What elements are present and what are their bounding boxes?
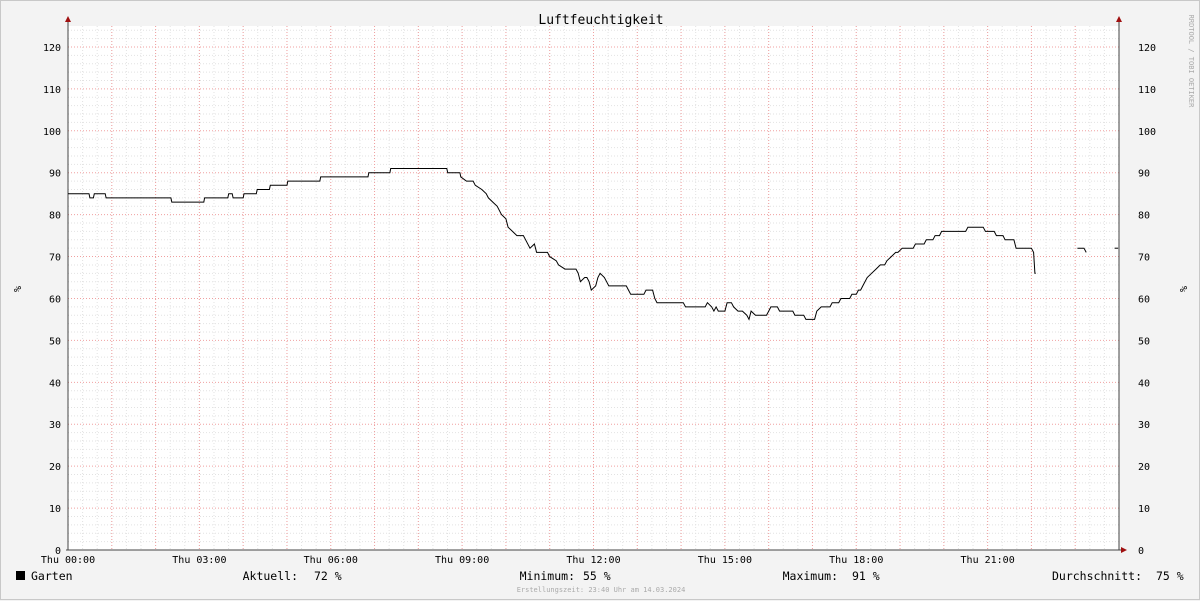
y-tick-label-left: 40 [49,378,61,389]
y-tick-label-left: 100 [43,127,61,138]
y-tick-label-left: 20 [49,462,61,473]
legend-max-label: Maximum: [783,569,838,583]
legend-series-name: Garten [31,569,73,583]
x-tick-label: Thu 21:00 [961,555,1015,566]
y-tick-label-left: 120 [43,43,61,54]
y-axis-right-arrow [1116,16,1122,22]
y-tick-label-right: 10 [1138,504,1150,515]
chart-frame: 0 10 20 30 40 50 60 70 80 90 100 110 120 0 10 20 30 40 50… [0,0,1200,600]
y-tick-label-left: 10 [49,504,61,515]
y-tick-label-left: 80 [49,211,61,222]
y-tick-label-left: 60 [49,294,61,305]
legend-current-label: Aktuell: [243,569,298,583]
x-tick-label: Thu 06:00 [304,555,358,566]
y-tick-label-right: 60 [1138,294,1150,305]
legend-avg-value: 75 % [1156,569,1184,583]
legend-min-label: Minimum: [520,569,575,583]
y-tick-label-right: 70 [1138,253,1150,264]
x-ticks: Thu 00:00 Thu 03:00 Thu 06:00 Thu 09:00 Thu … [41,555,1015,566]
y-tick-label-right: 80 [1138,211,1150,222]
y-tick-label-left: 110 [43,85,61,96]
y-axis-label-left: % [11,286,22,292]
legend-swatch [16,571,25,580]
y-tick-label-right: 90 [1138,169,1150,180]
creation-time-footer: Erstellungszeit: 23:40 Uhr am 14.03.2024 [517,586,686,594]
y-axis-left-arrow [65,16,71,22]
legend-max-value: 91 % [852,569,880,583]
x-tick-label: Thu 15:00 [698,555,752,566]
legend-min-value: 55 % [583,569,611,583]
legend-avg-label: Durchschnitt: [1052,569,1142,583]
y-tick-label-left: 90 [49,169,61,180]
legend-current-value: 72 % [314,569,342,583]
y-tick-label-left: 70 [49,253,61,264]
humidity-chart: 0 10 20 30 40 50 60 70 80 90 100 110 120 0 10 20 30 40 50… [11,13,1195,594]
y-axis-label-right: % [1177,286,1188,292]
x-tick-label: Thu 09:00 [435,555,489,566]
y-tick-label-right: 100 [1138,127,1156,138]
y-ticks-left: 0102030405060708090100110120 [43,43,61,557]
y-tick-label-right: 40 [1138,378,1150,389]
x-tick-label: Thu 18:00 [829,555,883,566]
x-tick-label: Thu 03:00 [172,555,226,566]
chart-title: Luftfeuchtigkeit [538,13,663,28]
y-tick-label-left: 30 [49,420,61,431]
x-tick-label: Thu 12:00 [566,555,620,566]
y-tick-label-right: 120 [1138,43,1156,54]
y-tick-label-right: 0 [1138,546,1144,557]
legend: Garten Aktuell: 72 % Minimum: 55 % Maxim… [16,569,1184,583]
y-tick-label-left: 50 [49,336,61,347]
y-tick-label-right: 110 [1138,85,1156,96]
x-axis-arrow [1121,547,1127,553]
y-tick-label-right: 30 [1138,420,1150,431]
y-ticks-right: 0 10 20 30 40 50 60 70 80 90 100 110 120 [1138,43,1156,557]
y-tick-label-right: 50 [1138,336,1150,347]
rrdtool-watermark: RRDTOOL / TOBI OETIKER [1187,15,1195,109]
y-tick-label-right: 20 [1138,462,1150,473]
x-tick-label: Thu 00:00 [41,555,95,566]
